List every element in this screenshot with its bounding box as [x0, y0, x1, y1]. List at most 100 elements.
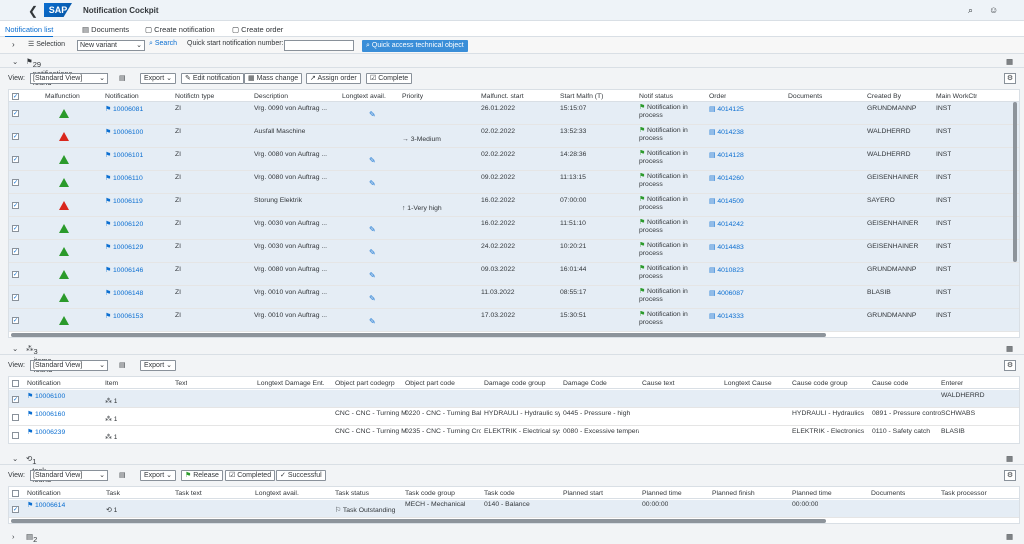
save-view-icon[interactable]: ▤ — [119, 471, 126, 479]
column-header[interactable]: Longtext Cause — [724, 380, 772, 387]
row-checkbox[interactable]: ✓ — [12, 396, 19, 403]
quickstart-input[interactable] — [284, 40, 354, 51]
table-row[interactable]: ✓ ⚑ 10006146 ZI Vrg. 0080 von Auftrag ... ✎ 0… — [9, 263, 1019, 286]
row-checkbox[interactable]: ✓ — [12, 294, 19, 301]
longtext-icon[interactable]: ✎ — [369, 110, 376, 119]
chevron-down-icon[interactable]: ⌄ — [12, 57, 18, 66]
table-row[interactable]: ⚑ 10006239 ⁂ 1 CNC - CNC - Turning M 0235 -… — [9, 426, 1019, 443]
column-header[interactable]: Damage Code — [563, 380, 607, 387]
table-row[interactable]: ✓ ⚑ 10006110 ZI Vrg. 0080 von Auftrag ... ✎ 0… — [9, 171, 1019, 194]
back-icon[interactable]: ❮ — [28, 4, 38, 18]
column-header[interactable]: Task code group — [405, 490, 455, 497]
column-header[interactable]: Notification — [27, 490, 61, 497]
row-checkbox[interactable]: ✓ — [12, 225, 19, 232]
completed-button[interactable]: ☑ Completed — [225, 470, 276, 481]
row-checkbox[interactable]: ✓ — [12, 506, 19, 513]
fullscreen-icon[interactable]: ▦ — [1006, 454, 1013, 463]
row-checkbox[interactable]: ✓ — [12, 133, 19, 140]
notification-link[interactable]: ⚑ 10006100 — [27, 392, 65, 400]
horizontal-scrollbar[interactable] — [11, 519, 826, 523]
row-checkbox[interactable] — [12, 414, 19, 421]
release-button[interactable]: ⚑ Release — [181, 470, 223, 481]
column-header[interactable]: Cause code — [872, 380, 908, 387]
export-button[interactable]: Export ⌄ — [140, 470, 177, 481]
column-header[interactable]: Start Malfn (T) — [560, 93, 603, 100]
longtext-icon[interactable]: ✎ — [369, 317, 376, 326]
longtext-icon[interactable]: ✎ — [369, 225, 376, 234]
order-link[interactable]: ▤ 4014483 — [709, 243, 744, 251]
table-row[interactable]: ✓ ⚑ 10006120 ZI Vrg. 0030 von Auftrag ... ✎ 1… — [9, 217, 1019, 240]
selection-toggle[interactable]: ☰ Selection — [28, 40, 65, 48]
table-row[interactable]: ⚑ 10006160 ⁂ 1 CNC - CNC - Turning M 0220 -… — [9, 408, 1019, 426]
notification-link[interactable]: ⚑ 10006160 — [27, 410, 65, 418]
successful-button[interactable]: ✓ Successful — [276, 470, 326, 481]
order-link[interactable]: ▤ 4014125 — [709, 105, 744, 113]
order-link[interactable]: ▤ 4006087 — [709, 289, 744, 297]
column-header[interactable]: Main WorkCtr — [936, 93, 977, 100]
chevron-down-icon[interactable]: ⌄ — [12, 454, 18, 463]
notification-link[interactable]: ⚑ 10006148 — [105, 289, 143, 297]
column-header[interactable]: Object part codegrp — [335, 380, 395, 387]
row-checkbox[interactable]: ✓ — [12, 179, 19, 186]
column-header[interactable]: Planned start — [563, 490, 603, 497]
table-row[interactable]: ✓ ⚑ 10006100 ⁂ 1 WALDHERRD — [9, 390, 1019, 408]
tab-create-notification[interactable]: ▢ Create notification — [145, 25, 215, 34]
notification-link[interactable]: ⚑ 10006120 — [105, 220, 143, 228]
edit-notification-button[interactable]: ✎ Edit notification — [181, 73, 245, 84]
column-header[interactable]: Enterer — [941, 380, 963, 387]
tab-create-order[interactable]: ▢ Create order — [232, 25, 283, 34]
notification-link[interactable]: ⚑ 10006614 — [27, 501, 65, 509]
order-link[interactable]: ▤ 4014260 — [709, 174, 744, 182]
user-icon[interactable]: ☺ — [989, 5, 998, 15]
chevron-right-icon[interactable]: › — [12, 532, 15, 541]
column-header[interactable]: Notification — [27, 380, 61, 387]
fullscreen-icon[interactable]: ▦ — [1006, 344, 1013, 353]
column-header[interactable]: Planned time — [642, 490, 682, 497]
notification-link[interactable]: ⚑ 10006101 — [105, 151, 143, 159]
select-all-checkbox[interactable] — [12, 490, 19, 497]
column-header[interactable]: Task processor — [941, 490, 987, 497]
export-button[interactable]: Export ⌄ — [140, 360, 177, 371]
order-link[interactable]: ▤ 4014238 — [709, 128, 744, 136]
column-header[interactable]: Damage code group — [484, 380, 546, 387]
notification-link[interactable]: ⚑ 10006239 — [27, 428, 65, 436]
column-header[interactable]: Longtext Damage Ent. — [257, 380, 325, 387]
table-row[interactable]: ✓ ⚑ 10006100 ZI Ausfall Maschine → 3-Medium 0… — [9, 125, 1019, 148]
table-row[interactable]: ✓ ⚑ 10006119 ZI Storung Elektrik ↑ 1-Very hi… — [9, 194, 1019, 217]
column-header[interactable]: Task status — [335, 490, 369, 497]
column-header[interactable]: Notif status — [639, 93, 673, 100]
table-row[interactable]: ✓ ⚑ 10006129 ZI Vrg. 0030 von Auftrag ... ✎ 2… — [9, 240, 1019, 263]
view-select[interactable]: [Standard View] ⌄ — [30, 470, 108, 481]
column-header[interactable]: Planned time — [792, 490, 832, 497]
table-row[interactable]: ✓ ⚑ 10006153 ZI Vrg. 0010 von Auftrag ... ✎ 1… — [9, 309, 1019, 332]
quick-access-button[interactable]: ⌕ Quick access technical object — [362, 40, 468, 52]
column-header[interactable]: Item — [105, 380, 118, 387]
longtext-icon[interactable]: ✎ — [369, 248, 376, 257]
order-link[interactable]: ▤ 4014128 — [709, 151, 744, 159]
column-header[interactable]: Longtext avail. — [342, 93, 386, 100]
variant-select[interactable]: New variant ⌄ — [77, 40, 145, 51]
notification-link[interactable]: ⚑ 10006129 — [105, 243, 143, 251]
row-checkbox[interactable]: ✓ — [12, 156, 19, 163]
row-checkbox[interactable] — [12, 432, 19, 439]
column-header[interactable]: Created By — [867, 93, 901, 100]
column-header[interactable]: Malfunction — [45, 93, 80, 100]
notification-link[interactable]: ⚑ 10006110 — [105, 174, 143, 182]
save-view-icon[interactable]: ▤ — [119, 361, 126, 369]
tab-documents[interactable]: ▤ Documents — [82, 25, 129, 34]
column-header[interactable]: Notifictn type — [175, 93, 214, 100]
longtext-icon[interactable]: ✎ — [369, 179, 376, 188]
column-header[interactable]: Documents — [788, 93, 822, 100]
order-link[interactable]: ▤ 4014333 — [709, 312, 744, 320]
settings-icon[interactable]: ⚙ — [1004, 73, 1016, 84]
longtext-icon[interactable]: ✎ — [369, 156, 376, 165]
longtext-icon[interactable]: ✎ — [369, 271, 376, 280]
column-header[interactable]: Documents — [871, 490, 905, 497]
settings-icon[interactable]: ⚙ — [1004, 360, 1016, 371]
search-icon[interactable]: ⌕ — [968, 5, 973, 16]
view-select[interactable]: [Standard View] ⌄ — [30, 73, 108, 84]
column-header[interactable]: Cause text — [642, 380, 675, 387]
assign-order-button[interactable]: ↗ Assign order — [306, 73, 361, 84]
column-header[interactable]: Cause code group — [792, 380, 848, 387]
vertical-scrollbar[interactable] — [1013, 102, 1017, 262]
